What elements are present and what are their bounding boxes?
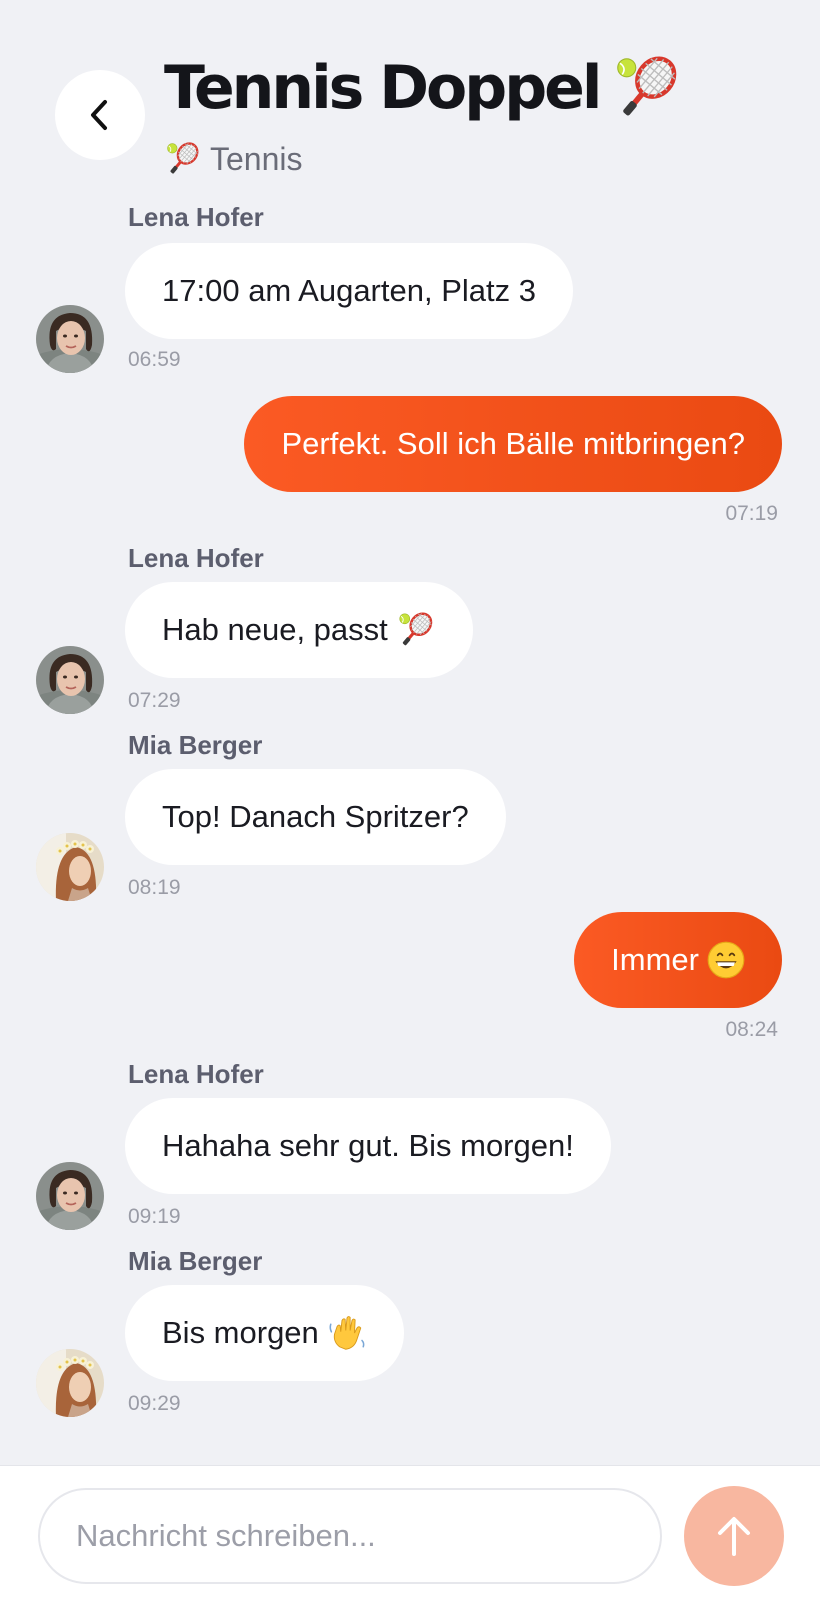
page-title: Tennis Doppel bbox=[164, 53, 602, 123]
message-bubble-incoming[interactable]: Hahaha sehr gut. Bis morgen! bbox=[125, 1098, 611, 1194]
message-list[interactable]: Lena Hofer 17:00 am Augarten, Platz 3 06… bbox=[0, 200, 820, 1465]
message-text: Top! Danach Spritzer? bbox=[162, 799, 469, 834]
chat-header: Tennis Doppel Tennis bbox=[0, 0, 820, 200]
message-bubble-incoming[interactable]: 17:00 am Augarten, Platz 3 bbox=[125, 243, 573, 339]
tennis-racket-icon bbox=[164, 140, 202, 178]
message-text: Hab neue, passt bbox=[162, 612, 388, 647]
subtitle-row: Tennis bbox=[164, 140, 303, 178]
grinning-face-icon bbox=[707, 941, 745, 979]
message-time: 08:19 bbox=[128, 876, 181, 899]
avatar[interactable] bbox=[36, 1162, 104, 1230]
tennis-racket-icon bbox=[396, 610, 436, 650]
group-category: Tennis bbox=[210, 140, 303, 177]
message-input[interactable] bbox=[38, 1488, 662, 1584]
chat-screen: Tennis Doppel Tennis Lena Hofer 17:00 am… bbox=[0, 0, 820, 1624]
sender-name: Lena Hofer bbox=[128, 1059, 264, 1089]
message-text: Hahaha sehr gut. Bis morgen! bbox=[162, 1128, 574, 1163]
message-bubble-outgoing[interactable]: Immer bbox=[574, 912, 782, 1008]
message-time: 06:59 bbox=[128, 348, 181, 371]
avatar[interactable] bbox=[36, 305, 104, 373]
message-text: Perfekt. Soll ich Bälle mitbringen? bbox=[281, 426, 745, 461]
message-time: 07:29 bbox=[128, 689, 181, 712]
back-button[interactable] bbox=[55, 70, 145, 160]
title-row: Tennis Doppel bbox=[164, 48, 683, 128]
sender-name: Mia Berger bbox=[128, 1246, 263, 1276]
message-text: 17:00 am Augarten, Platz 3 bbox=[162, 273, 536, 308]
waving-hand-icon bbox=[327, 1313, 367, 1353]
avatar[interactable] bbox=[36, 833, 104, 901]
message-time: 07:19 bbox=[725, 502, 778, 525]
message-bubble-incoming[interactable]: Hab neue, passt bbox=[125, 582, 473, 678]
message-text: Immer bbox=[611, 942, 699, 977]
message-time: 08:24 bbox=[725, 1018, 778, 1041]
chevron-left-icon bbox=[91, 100, 107, 130]
tennis-racket-icon bbox=[611, 52, 683, 124]
message-text: Bis morgen bbox=[162, 1315, 319, 1350]
message-composer bbox=[0, 1465, 820, 1624]
message-bubble-incoming[interactable]: Top! Danach Spritzer? bbox=[125, 769, 506, 865]
arrow-up-icon bbox=[718, 1517, 750, 1556]
avatar[interactable] bbox=[36, 1349, 104, 1417]
message-bubble-outgoing[interactable]: Perfekt. Soll ich Bälle mitbringen? bbox=[244, 396, 782, 492]
sender-name: Mia Berger bbox=[128, 730, 263, 760]
message-bubble-incoming[interactable]: Bis morgen bbox=[125, 1285, 404, 1381]
avatar[interactable] bbox=[36, 646, 104, 714]
message-time: 09:19 bbox=[128, 1205, 181, 1228]
sender-name: Lena Hofer bbox=[128, 543, 264, 573]
message-time: 09:29 bbox=[128, 1392, 181, 1415]
sender-name: Lena Hofer bbox=[128, 202, 264, 232]
send-button[interactable] bbox=[684, 1486, 784, 1586]
